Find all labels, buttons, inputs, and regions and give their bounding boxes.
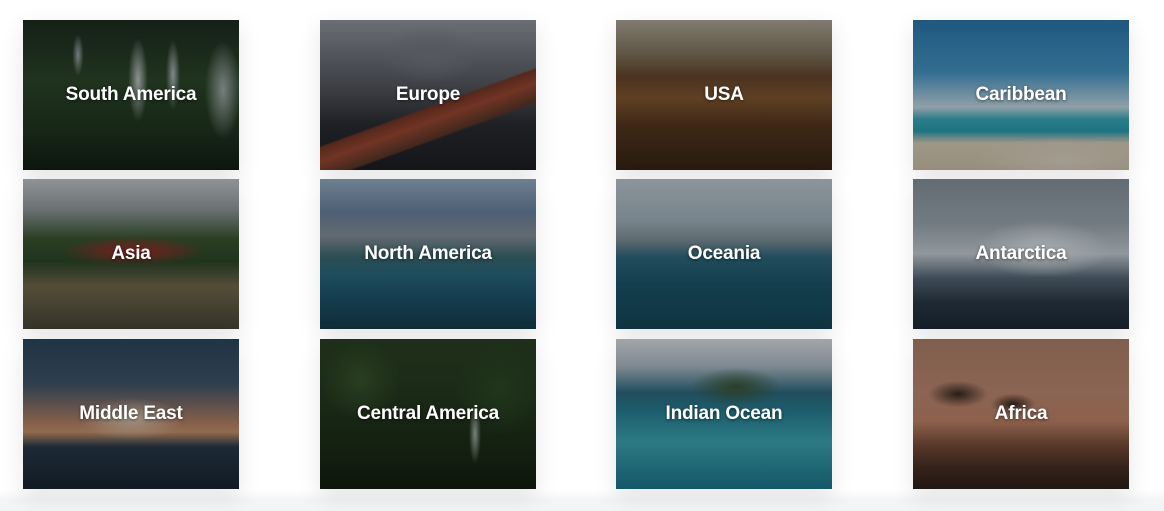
destination-label: Asia (111, 243, 151, 264)
destination-card-south-america[interactable]: South America (23, 20, 239, 170)
destination-card-caribbean[interactable]: Caribbean (913, 20, 1129, 170)
destination-label: USA (704, 84, 744, 105)
destination-label: Middle East (79, 403, 183, 424)
destination-label: South America (65, 84, 197, 105)
destination-card-oceania[interactable]: Oceania (616, 179, 832, 329)
destination-card-indian-ocean[interactable]: Indian Ocean (616, 339, 832, 489)
destination-label: North America (364, 243, 492, 264)
destination-card-africa[interactable]: Africa (913, 339, 1129, 489)
destination-label: Africa (994, 403, 1048, 424)
destination-card-central-america[interactable]: Central America (320, 339, 536, 489)
destination-grid: South America Europe USA Caribbean Asia … (0, 0, 1164, 511)
destination-card-north-america[interactable]: North America (320, 179, 536, 329)
destination-label: Caribbean (975, 84, 1067, 105)
destination-card-antarctica[interactable]: Antarctica (913, 179, 1129, 329)
destination-label: Oceania (687, 243, 761, 264)
destination-card-europe[interactable]: Europe (320, 20, 536, 170)
destination-label: Central America (356, 403, 500, 424)
destination-card-usa[interactable]: USA (616, 20, 832, 170)
destination-label: Antarctica (975, 243, 1067, 264)
destination-label: Indian Ocean (665, 403, 783, 424)
destinations-page: South America Europe USA Caribbean Asia … (0, 0, 1164, 511)
destination-label: Europe (395, 84, 461, 105)
destination-card-asia[interactable]: Asia (23, 179, 239, 329)
destination-card-middle-east[interactable]: Middle East (23, 339, 239, 489)
